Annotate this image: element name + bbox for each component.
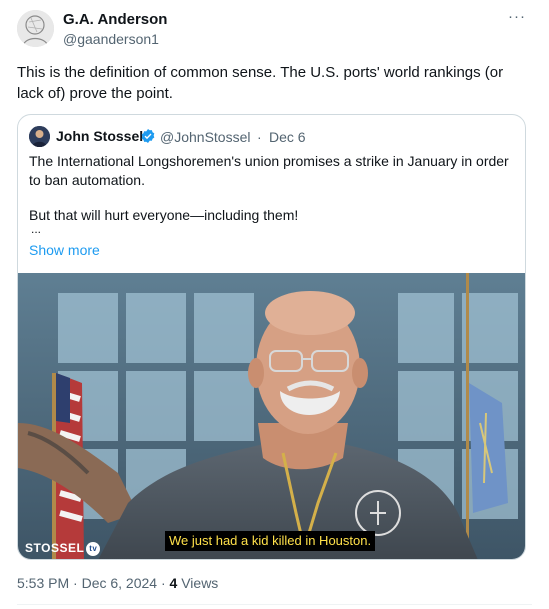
divider [17, 604, 532, 605]
tweet-meta: 5:53 PM · Dec 6, 2024 · 4 Views [17, 575, 218, 591]
video-frame-image [18, 273, 525, 559]
quote-author-avatar[interactable] [29, 126, 50, 147]
verified-badge-icon [141, 129, 155, 143]
quote-text-line: to ban automation. [29, 172, 145, 188]
stossel-tv-watermark: STOSSEL tv [25, 541, 101, 556]
video-subtitle: We just had a kid killed in Houston. [165, 531, 376, 551]
avatar-sketch-icon [17, 10, 54, 47]
tweet-text: This is the definition of common sense. … [17, 64, 504, 102]
more-options-icon[interactable]: ··· [506, 9, 528, 28]
quote-author-handle[interactable]: @JohnStossel [160, 129, 250, 145]
show-more-link[interactable]: Show more [29, 242, 100, 258]
quote-avatar-icon [29, 126, 50, 147]
quote-author-name[interactable]: John Stossel [56, 128, 143, 144]
tweet-card: G.A. Anderson @gaanderson1 ··· This is t… [0, 0, 549, 609]
author-avatar[interactable] [17, 10, 54, 47]
timestamp[interactable]: 5:53 PM · Dec 6, 2024 · [17, 575, 170, 591]
author-handle[interactable]: @gaanderson1 [63, 31, 159, 47]
views-label: Views [177, 575, 219, 591]
quote-ellipsis: ... [31, 222, 42, 236]
author-name[interactable]: G.A. Anderson [63, 11, 167, 28]
quote-text-line: The International Longshoremen's union p… [29, 153, 509, 169]
quote-text-line: But that will hurt everyone—including th… [29, 207, 299, 223]
tv-badge-icon: tv [86, 542, 101, 556]
quoted-tweet[interactable]: John Stossel @JohnStossel · Dec 6 The In… [17, 114, 526, 560]
video-media[interactable]: We just had a kid killed in Houston. STO… [18, 273, 525, 559]
dot-separator: · [257, 129, 262, 145]
watermark-text: STOSSEL [25, 541, 85, 555]
quote-date[interactable]: Dec 6 [269, 129, 306, 145]
